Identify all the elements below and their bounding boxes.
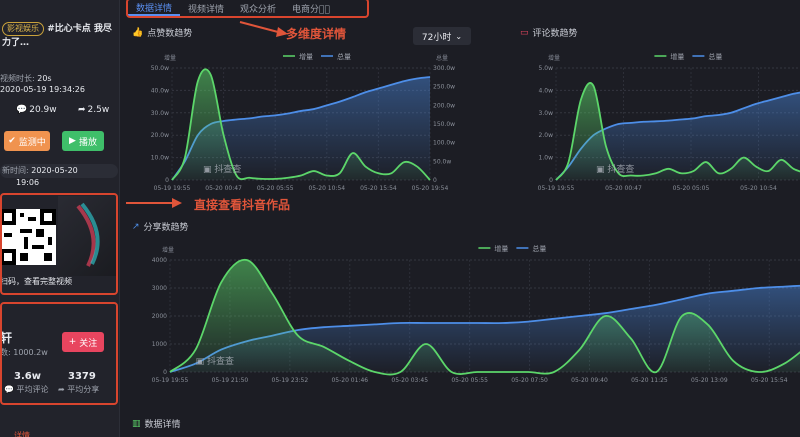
share-icon: ↗	[132, 221, 140, 232]
y-tick-label-right: 100.0w	[433, 140, 455, 147]
y-axis-label-left: 增量	[548, 54, 560, 62]
y-tick-label: 0	[549, 177, 553, 184]
x-tick-label: 05-20 05:55	[257, 185, 294, 192]
y-tick-label: 40.0w	[151, 87, 169, 94]
x-tick-label: 05-20 05:55	[451, 377, 488, 384]
y-tick-label: 10.0w	[151, 155, 169, 162]
legend-label-total: 总量	[337, 52, 351, 61]
comment-count: 💬 20.9w	[16, 105, 57, 115]
y-tick-label-right: 0	[433, 177, 437, 184]
comment-icon: 💬	[16, 105, 28, 115]
x-tick-label: 05-19 21:50	[212, 377, 249, 384]
x-tick-label: 05-20 10:54	[308, 185, 345, 192]
duration-row: 视频时长: 20s	[0, 74, 52, 83]
y-tick-label-right: 200.0w	[433, 102, 455, 109]
x-tick-label: 05-20 11:25	[631, 377, 668, 384]
comments-chart: 增量 总量 增量 0 1.0w 2.0w 3.0w 4.0w 5.0w 05-19 19:55 05…	[538, 52, 800, 192]
y-tick-label-right: 150.0w	[433, 121, 455, 128]
y-tick-label: 3.0w	[539, 110, 554, 117]
play-button[interactable]: ▶ 播放	[62, 131, 104, 151]
watermark-text: ▣ 抖查查	[596, 163, 634, 175]
monitor-button[interactable]: ✔ 监测中	[4, 131, 50, 151]
x-tick-label: 05-20 13:09	[691, 377, 728, 384]
y-tick-label: 2000	[152, 313, 167, 320]
comment-icon: ▭	[520, 27, 529, 38]
legend-label-increment: 增量	[670, 52, 684, 61]
update-time-pill: 新时间: 2020-05-20	[0, 164, 118, 178]
x-tick-label: 05-20 01:46	[331, 377, 368, 384]
data-details-title: ▥ 数据详情	[132, 418, 181, 431]
y-tick-label: 4000	[152, 257, 167, 264]
chevron-down-icon: ⌄	[455, 31, 463, 41]
share-count: ➦ 2.5w	[78, 105, 110, 115]
y-tick-label: 4.0w	[539, 87, 554, 94]
legend-label-increment: 增量	[299, 52, 313, 61]
category-tag: 影视娱乐	[2, 22, 44, 36]
x-tick-label: 05-20 00:47	[205, 185, 242, 192]
annotation-multi-dim: 多维度详情	[286, 27, 347, 41]
x-tick-label: 05-19 19:55	[538, 185, 575, 192]
x-tick-label: 05-20 03:45	[391, 377, 428, 384]
y-tick-label: 0	[165, 177, 169, 184]
y-axis-label-left: 增量	[162, 246, 174, 254]
annotation-view-works: 直接查看抖音作品	[194, 198, 291, 212]
x-tick-label: 05-20 10:54	[740, 185, 777, 192]
update-time-2: 19:06	[16, 178, 40, 187]
y-tick-label: 5.0w	[539, 65, 554, 72]
share-icon: ➦	[78, 105, 86, 115]
video-title: 影视娱乐 #比心卡点 我尽 力了…	[2, 22, 112, 48]
y-tick-label: 0	[163, 369, 167, 376]
likes-chart-title: 👍 点赞数趋势	[132, 27, 193, 40]
y-tick-label-right: 250.0w	[433, 84, 455, 91]
x-tick-label: 05-19 23:52	[272, 377, 309, 384]
likes-chart: 增量 总量 增量 总量 0 10.0w 20.0w 30.0w 40.0w 50.0w 0 50.0w…	[151, 52, 455, 192]
x-tick-label: 05-20 15:54	[751, 377, 788, 384]
x-tick-label: 05-20 07:50	[511, 377, 548, 384]
comments-chart-title: ▭ 评论数趋势	[520, 27, 578, 40]
x-tick-label: 05-19 19:55	[154, 185, 191, 192]
y-axis-label-right: 总量	[436, 54, 448, 62]
y-tick-label: 1000	[152, 341, 167, 348]
x-tick-label: 05-20 09:40	[571, 377, 608, 384]
bottom-red-label: 详情	[14, 431, 30, 437]
shares-chart: 增量 总量 增量 0 1000 2000 3000 4000 05-19 19:55 05-19 …	[152, 244, 800, 384]
check-icon: ✔	[8, 136, 16, 146]
x-tick-label: 05-20 00:47	[605, 185, 642, 192]
time-range-dropdown[interactable]: 72小时 ⌄	[413, 27, 471, 45]
x-tick-label: 05-20 15:54	[360, 185, 397, 192]
shares-chart-title: ↗ 分享数趋势	[132, 221, 189, 234]
x-tick-label: 05-20 05:05	[673, 185, 710, 192]
qr-highlight-box	[0, 193, 118, 295]
publish-time: 2020-05-19 19:34:26	[0, 85, 85, 94]
y-tick-label: 3000	[152, 285, 167, 292]
y-tick-label: 50.0w	[151, 65, 169, 72]
chart-legend: 增量 总量	[654, 52, 722, 61]
y-tick-label-right: 50.0w	[433, 158, 451, 165]
legend-label-total: 总量	[708, 52, 722, 61]
y-tick-label: 2.0w	[539, 132, 554, 139]
y-tick-label: 20.0w	[151, 132, 169, 139]
x-tick-label: 05-20 19:54	[412, 185, 449, 192]
legend-label-total: 总量	[532, 244, 546, 253]
watermark-text: ▣ 抖查查	[203, 163, 241, 175]
chart-legend: 增量 总量	[478, 244, 546, 253]
legend-label-increment: 增量	[494, 244, 508, 253]
y-tick-label: 1.0w	[539, 155, 554, 162]
thumbs-up-icon: 👍	[132, 27, 144, 38]
y-tick-label: 30.0w	[151, 110, 169, 117]
chart-legend: 增量 总量	[283, 52, 351, 61]
watermark-text: ▣ 抖查查	[196, 355, 234, 367]
x-tick-label: 05-19 19:55	[152, 377, 189, 384]
y-tick-label-right: 300.0w	[433, 65, 455, 72]
bar-chart-icon: ▥	[132, 418, 141, 429]
y-axis-label-left: 增量	[164, 54, 176, 62]
author-highlight-box	[0, 302, 118, 405]
play-icon: ▶	[69, 136, 76, 146]
